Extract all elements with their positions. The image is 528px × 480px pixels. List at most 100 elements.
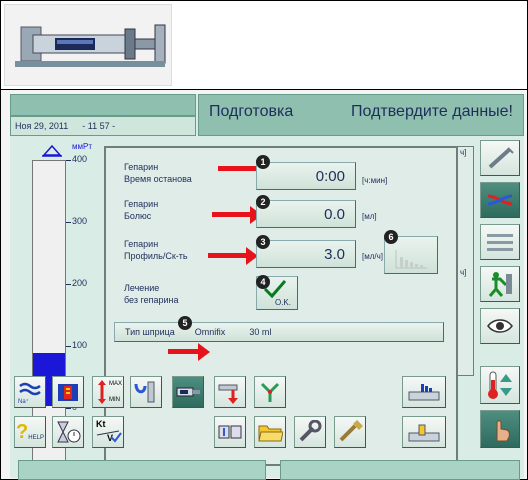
marker-4: 4 <box>256 275 270 289</box>
help-label: HELP <box>28 435 44 441</box>
patient-side-button[interactable] <box>480 266 520 302</box>
gauge-tick-label: 100 <box>72 340 88 350</box>
bolus-input[interactable]: 0.0 <box>256 200 356 228</box>
touch-side-button[interactable] <box>480 410 520 448</box>
help-button[interactable]: ? HELP <box>14 416 46 448</box>
concentrate-icon <box>58 384 78 401</box>
gauge-tick-label: 400 <box>72 154 88 164</box>
header-left-blank <box>10 94 196 116</box>
bibag-button[interactable] <box>214 416 246 448</box>
bicarbonate-button[interactable] <box>52 376 84 408</box>
stop-time-label-2: Время останова <box>124 174 192 184</box>
timer-button[interactable] <box>52 416 84 448</box>
gauge-tick <box>66 408 71 409</box>
gauge-tick <box>66 346 71 347</box>
mode-title: Подготовка <box>209 103 294 120</box>
question-icon: ? <box>16 420 29 443</box>
no-heparin-label-2: без гепарина <box>124 295 179 305</box>
sodium-button[interactable]: Na⁺ <box>14 376 46 408</box>
stop-time-input[interactable]: 0:00 <box>256 162 356 190</box>
disinfection-button[interactable] <box>334 416 366 448</box>
gauge-tick <box>66 160 71 161</box>
marker-6: 6 <box>384 230 398 244</box>
container-icon <box>408 424 440 442</box>
temperature-side-button[interactable] <box>480 366 520 404</box>
header-status-bar: Подготовка Подтвердите данные! <box>198 94 524 136</box>
date-time-bar: Ноя 29, 2011 - 11 57 - <box>10 116 196 136</box>
folder-icon <box>258 425 283 442</box>
blood-lines-icon <box>487 194 513 206</box>
drain-button[interactable] <box>402 416 446 448</box>
ok-label: O.K. <box>274 298 291 307</box>
syringe-brand: Omnifix <box>194 327 226 337</box>
no-heparin-label-1: Лечение <box>124 283 160 293</box>
eye-icon <box>487 319 513 333</box>
gauge-tick-label: 200 <box>72 278 88 288</box>
profile-label-1: Гепарин <box>124 239 159 249</box>
gauge-tick <box>66 222 71 223</box>
heparin-side-button[interactable] <box>480 182 520 218</box>
date-text: Ноя 29, 2011 <box>15 121 69 131</box>
limits-button[interactable]: MAX MIN <box>92 376 124 408</box>
arrow-5-head <box>198 343 210 361</box>
view-side-button[interactable] <box>480 308 520 344</box>
uf-arrow-icon <box>218 384 238 404</box>
marker-2: 2 <box>256 195 270 209</box>
bolus-label-1: Гепарин <box>124 199 159 209</box>
y-connector-icon <box>260 382 280 402</box>
syringe-pump-icon <box>15 24 166 67</box>
partial-unit-mid: ч] <box>460 268 467 277</box>
syringe-icon <box>488 147 514 169</box>
gauge-triangle-icon <box>42 144 72 157</box>
panel-bars-icon <box>487 234 513 251</box>
profile-chart-icon <box>395 250 427 269</box>
bolus-unit: [мл] <box>362 212 377 221</box>
marker-5: 5 <box>178 316 192 330</box>
syringe-side-button[interactable] <box>480 140 520 176</box>
brush-icon <box>339 420 363 442</box>
max-label: MAX <box>109 381 123 387</box>
service-button[interactable] <box>294 416 326 448</box>
ktv-check-icon <box>96 430 122 443</box>
profile-rate-unit: [мл/ч] <box>362 252 384 261</box>
syringe-type-label: Тип шприца <box>125 327 175 337</box>
syringe-pump-image <box>4 4 172 86</box>
profile-bars-icon <box>408 384 440 401</box>
syringe-pump-small-icon <box>176 387 200 397</box>
time-text: - 11 57 - <box>82 121 116 131</box>
bolus-label-2: Болюс <box>124 211 152 221</box>
ktv-button[interactable]: Kt V <box>92 416 124 448</box>
folder-button[interactable] <box>254 416 286 448</box>
marker-3: 3 <box>256 235 270 249</box>
profile-rate-input[interactable]: 3.0 <box>256 240 356 268</box>
hand-pointer-icon <box>496 420 510 442</box>
thermometer-arrows-icon <box>488 371 512 399</box>
status-bar-right <box>280 460 520 480</box>
hourglass-icon <box>57 421 81 443</box>
fluid-removal-button[interactable] <box>214 376 246 408</box>
heparin-pump-button[interactable] <box>172 376 204 408</box>
syringe-size: 30 ml <box>249 327 272 337</box>
cartridge-icon <box>218 425 242 439</box>
gauge-unit: ммРт <box>72 142 92 151</box>
profile-button[interactable] <box>402 376 446 408</box>
person-icon <box>488 272 512 297</box>
filter-button[interactable] <box>130 376 162 408</box>
syringe-type-selector[interactable]: Тип шприца Omnifix 30 ml <box>114 322 444 342</box>
settings-side-button[interactable] <box>480 224 520 260</box>
stop-time-unit: [ч:мин] <box>362 176 388 185</box>
dialyzer-icon <box>134 381 155 403</box>
marker-1: 1 <box>256 155 270 169</box>
min-label: MIN <box>109 397 120 403</box>
gauge-tick <box>66 284 71 285</box>
profile-label-2: Профиль/Ск-ть <box>124 251 188 261</box>
arrow-5 <box>168 349 202 354</box>
tubing-button[interactable] <box>254 376 286 408</box>
partial-unit-top: ч] <box>460 148 467 157</box>
status-bar-left <box>18 460 266 480</box>
background-panel-edge <box>458 146 474 376</box>
sodium-label: Na⁺ <box>18 399 29 405</box>
stop-time-label-1: Гепарин <box>124 162 159 172</box>
status-message: Подтвердите данные! <box>351 103 513 120</box>
wrench-icon <box>299 420 322 442</box>
